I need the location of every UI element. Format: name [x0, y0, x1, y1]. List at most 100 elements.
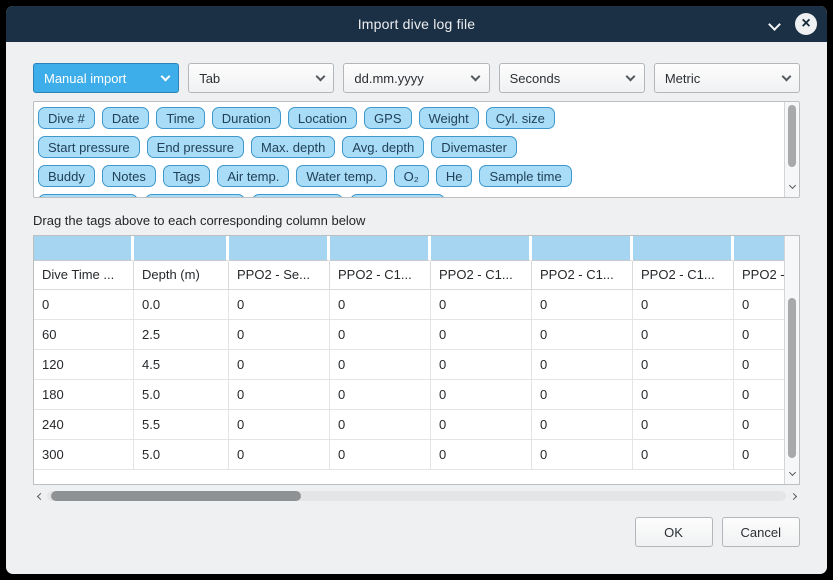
- field-separator-select[interactable]: Tab: [188, 63, 334, 93]
- table-header-row: Dive Time ... Depth (m) PPO2 - Se... PPO…: [34, 261, 784, 290]
- column-header: PPO2 - C1...: [431, 261, 532, 290]
- column-drop-cell[interactable]: [34, 236, 134, 261]
- table-cell: 0: [330, 380, 431, 410]
- table-cell: 0: [431, 350, 532, 380]
- column-drop-cell[interactable]: [330, 236, 431, 261]
- table-cell: 0: [532, 320, 633, 350]
- table-cell: 0: [431, 440, 532, 470]
- units-select[interactable]: Metric: [654, 63, 800, 93]
- scroll-right-arrow[interactable]: [786, 488, 800, 504]
- tag-row: Buddy Notes Tags Air temp. Water temp. O…: [38, 165, 783, 187]
- table-row: 300 5.0 0 0 0 0 0 0: [34, 440, 784, 470]
- tag-row: Start pressure End pressure Max. depth A…: [38, 136, 783, 158]
- tag-scrollbar[interactable]: [784, 102, 799, 197]
- tag-max-depth[interactable]: Max. depth: [251, 136, 335, 158]
- table-row: 60 2.5 0 0 0 0 0 0: [34, 320, 784, 350]
- tag-avg-depth[interactable]: Avg. depth: [342, 136, 424, 158]
- table-row: 120 4.5 0 0 0 0 0 0: [34, 350, 784, 380]
- date-format-select[interactable]: dd.mm.yyyy: [343, 63, 489, 93]
- table-cell: 240: [34, 410, 134, 440]
- table-cell: 0: [229, 440, 330, 470]
- table-cell: 120: [34, 350, 134, 380]
- tag-time[interactable]: Time: [156, 107, 204, 129]
- table-cell: 300: [34, 440, 134, 470]
- tag-dive-number[interactable]: Dive #: [38, 107, 95, 129]
- tag-weight[interactable]: Weight: [419, 107, 479, 129]
- tag-sample-po2[interactable]: Sample pO₂: [252, 194, 342, 198]
- tag-date[interactable]: Date: [102, 107, 149, 129]
- import-mode-select[interactable]: Manual import: [33, 63, 179, 93]
- table-cell: 0: [633, 440, 734, 470]
- scroll-down-arrow[interactable]: [785, 183, 799, 195]
- table-cell: 0: [532, 290, 633, 320]
- date-format-value: dd.mm.yyyy: [344, 71, 462, 86]
- table-cell: 0: [431, 290, 532, 320]
- table-vertical-scrollbar[interactable]: [784, 236, 799, 484]
- table-horizontal-scrollbar[interactable]: [33, 488, 800, 504]
- table-cell: 0: [734, 440, 784, 470]
- column-drop-cell[interactable]: [734, 236, 784, 261]
- tag-duration[interactable]: Duration: [212, 107, 281, 129]
- tag-sample-time[interactable]: Sample time: [479, 165, 571, 187]
- scroll-left-arrow[interactable]: [33, 488, 47, 504]
- scrollbar-thumb[interactable]: [788, 298, 796, 458]
- tag-row: Dive # Date Time Duration Location GPS W…: [38, 107, 783, 129]
- tag-end-pressure[interactable]: End pressure: [147, 136, 244, 158]
- tag-gps[interactable]: GPS: [364, 107, 411, 129]
- table-cell: 2.5: [134, 320, 229, 350]
- tag-location[interactable]: Location: [288, 107, 357, 129]
- chevron-down-icon: [307, 76, 333, 80]
- tag-sample-depth[interactable]: Sample depth: [38, 194, 138, 198]
- ok-button[interactable]: OK: [635, 517, 713, 547]
- tag-cyl-size[interactable]: Cyl. size: [486, 107, 555, 129]
- cancel-button[interactable]: Cancel: [722, 517, 800, 547]
- table-row: 240 5.5 0 0 0 0 0 0: [34, 410, 784, 440]
- tag-tags[interactable]: Tags: [163, 165, 210, 187]
- import-dialog-window: Import dive log file × Manual import Tab…: [6, 6, 827, 574]
- tag-o2[interactable]: O₂: [394, 165, 429, 187]
- tag-water-temp[interactable]: Water temp.: [296, 165, 386, 187]
- titlebar[interactable]: Import dive log file ×: [6, 6, 827, 42]
- column-header: PPO2 - Se...: [229, 261, 330, 290]
- column-drop-cell[interactable]: [431, 236, 532, 261]
- tag-buddy[interactable]: Buddy: [38, 165, 95, 187]
- column-header: Dive Time ...: [34, 261, 134, 290]
- units-value: Metric: [655, 71, 773, 86]
- tag-he[interactable]: He: [436, 165, 473, 187]
- scroll-down-arrow[interactable]: [785, 470, 799, 482]
- column-drop-cell[interactable]: [134, 236, 229, 261]
- column-drop-cell[interactable]: [229, 236, 330, 261]
- duration-format-select[interactable]: Seconds: [499, 63, 645, 93]
- scrollbar-thumb[interactable]: [51, 491, 301, 501]
- table-cell: 0: [734, 410, 784, 440]
- tag-air-temp[interactable]: Air temp.: [217, 165, 289, 187]
- scrollbar-track[interactable]: [47, 491, 786, 501]
- shade-button[interactable]: [765, 15, 783, 33]
- table-cell: 0: [431, 410, 532, 440]
- table-cell: 0: [330, 440, 431, 470]
- scrollbar-thumb[interactable]: [788, 105, 796, 167]
- chevron-down-icon: [463, 76, 489, 80]
- tag-notes[interactable]: Notes: [102, 165, 156, 187]
- table-cell: 0: [633, 380, 734, 410]
- tag-divemaster[interactable]: Divemaster: [431, 136, 517, 158]
- tag-start-pressure[interactable]: Start pressure: [38, 136, 140, 158]
- tag-row-clipped: Sample depth Sample temp. Sample pO₂ Sam…: [38, 194, 783, 198]
- table-cell: 0: [229, 350, 330, 380]
- table-cell: 0: [532, 410, 633, 440]
- tag-sample-cns[interactable]: Sample CNS: [350, 194, 445, 198]
- table-cell: 0: [532, 380, 633, 410]
- table-cell: 0: [330, 350, 431, 380]
- close-button[interactable]: ×: [795, 13, 817, 35]
- tag-sample-temp[interactable]: Sample temp.: [145, 194, 245, 198]
- field-separator-value: Tab: [189, 71, 307, 86]
- table-cell: 5.0: [134, 380, 229, 410]
- table-cell: 0: [34, 290, 134, 320]
- dialog-button-row: OK Cancel: [33, 517, 800, 547]
- table-row: 0 0.0 0 0 0 0 0 0: [34, 290, 784, 320]
- import-preview-table: Dive Time ... Depth (m) PPO2 - Se... PPO…: [33, 235, 800, 485]
- column-drop-cell[interactable]: [633, 236, 734, 261]
- table-cell: 0: [633, 350, 734, 380]
- table-cell: 0: [734, 380, 784, 410]
- column-drop-cell[interactable]: [532, 236, 633, 261]
